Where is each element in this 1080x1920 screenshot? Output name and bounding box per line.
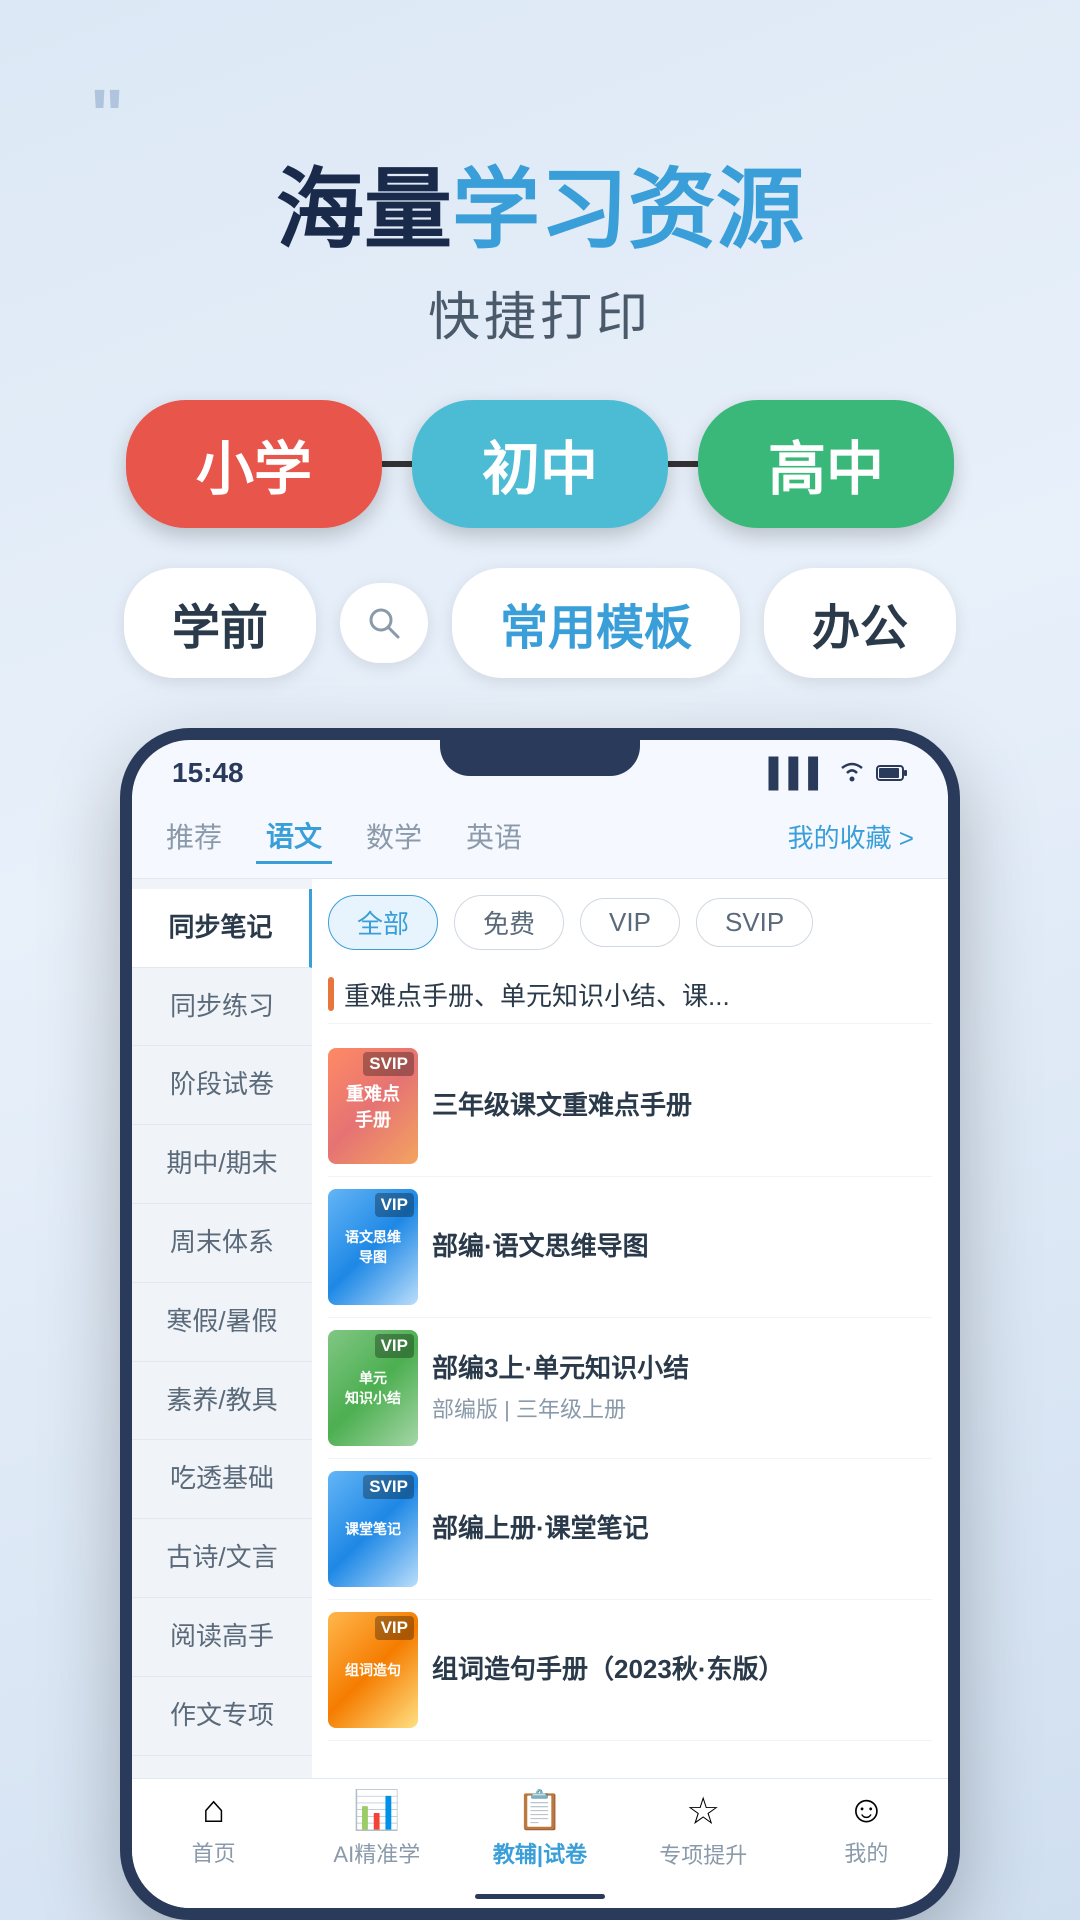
- badge-3: VIP: [375, 1334, 414, 1358]
- card-info-2: 部编·语文思维导图: [432, 1230, 932, 1264]
- pill-middle[interactable]: 初中: [412, 400, 668, 528]
- home-indicator: [132, 1884, 948, 1908]
- card-info-4: 部编上册·课堂笔记: [432, 1512, 932, 1546]
- card-thumb-5: 组词造句 VIP: [328, 1612, 418, 1728]
- card-title-3: 部编3上·单元知识小结: [432, 1352, 932, 1386]
- wifi-icon: [838, 757, 866, 789]
- bottom-nav: ⌂ 首页 📊 AI精准学 📋 教辅|试卷 ☆ 专项提升 ☺ 我的: [132, 1778, 948, 1884]
- cat-pill-office[interactable]: 办公: [764, 568, 956, 678]
- card-thumb-1: 重难点手册 SVIP: [328, 1048, 418, 1164]
- tab-chinese[interactable]: 语文: [256, 809, 332, 864]
- status-time: 15:48: [172, 757, 244, 789]
- card-info-3: 部编3上·单元知识小结 部编版 | 三年级上册: [432, 1352, 932, 1424]
- sidebar: 同步笔记 同步练习 阶段试卷 期中/期末 周末体系 寒假/暑假 素养/教具 吃透…: [132, 879, 312, 1778]
- top-section: " 海量学习资源 快捷打印 小学 初中 高中 学前 常用模板 办公: [0, 0, 1080, 708]
- nav-ai[interactable]: 📊 AI精准学: [295, 1789, 458, 1870]
- pill-elementary[interactable]: 小学: [126, 400, 382, 528]
- sidebar-writing[interactable]: 作文专项: [132, 1677, 312, 1756]
- card-title-5: 组词造句手册（2023秋·东版）: [432, 1653, 932, 1687]
- nav-mine-label: 我的: [844, 1836, 888, 1868]
- tabs-row: 推荐 语文 数学 英语 我的收藏 >: [132, 795, 948, 879]
- card-info-1: 三年级课文重难点手册: [432, 1089, 932, 1123]
- card-title-4: 部编上册·课堂笔记: [432, 1512, 932, 1546]
- content-header: 重难点手册、单元知识小结、课...: [328, 966, 932, 1024]
- quote-icon: ": [90, 80, 124, 152]
- category-row: 学前 常用模板 办公: [60, 568, 1020, 678]
- badge-2: VIP: [375, 1193, 414, 1217]
- search-icon-pill[interactable]: [340, 583, 428, 663]
- sub-headline: 快捷打印: [428, 275, 652, 350]
- signal-icon: ▌▌▌: [768, 757, 828, 789]
- badge-5: VIP: [375, 1616, 414, 1640]
- nav-home-label: 首页: [192, 1836, 236, 1868]
- tab-english[interactable]: 英语: [456, 810, 532, 862]
- nav-ai-icon: 📊: [353, 1789, 400, 1833]
- card-thumb-3: 单元知识小结 VIP: [328, 1330, 418, 1446]
- headline-part1: 海量: [276, 160, 452, 259]
- phone-inner: 推荐 语文 数学 英语 我的收藏 > 同步笔记 同步练习 阶段试卷 期中/期末 …: [132, 795, 948, 1908]
- nav-home[interactable]: ⌂ 首页: [132, 1789, 295, 1870]
- sidebar-mid-final[interactable]: 期中/期末: [132, 1125, 312, 1204]
- card-title-2: 部编·语文思维导图: [432, 1230, 932, 1264]
- home-bar: [475, 1894, 605, 1899]
- filter-vip[interactable]: VIP: [580, 898, 680, 947]
- nav-special-icon: ☆: [686, 1789, 720, 1834]
- pill-high[interactable]: 高中: [698, 400, 954, 528]
- nav-textbook-label: 教辅|试卷: [493, 1837, 587, 1869]
- sidebar-sync-notes[interactable]: 同步笔记: [132, 889, 312, 968]
- resource-card-1[interactable]: 重难点手册 SVIP 三年级课文重难点手册: [328, 1036, 932, 1177]
- card-title-1: 三年级课文重难点手册: [432, 1089, 932, 1123]
- content-header-text: 重难点手册、单元知识小结、课...: [344, 976, 730, 1013]
- tab-my-collect[interactable]: 我的收藏 >: [778, 812, 924, 861]
- level-pills: 小学 初中 高中: [60, 400, 1020, 528]
- tab-math[interactable]: 数学: [356, 810, 432, 862]
- sidebar-sync-practice[interactable]: 同步练习: [132, 968, 312, 1047]
- sidebar-holiday[interactable]: 寒假/暑假: [132, 1283, 312, 1362]
- card-thumb-2: 语文思维导图 VIP: [328, 1189, 418, 1305]
- card-sub-3: 部编版 | 三年级上册: [432, 1392, 932, 1424]
- card-thumb-4: 课堂笔记 SVIP: [328, 1471, 418, 1587]
- badge-4: SVIP: [363, 1475, 414, 1499]
- content-area: 同步笔记 同步练习 阶段试卷 期中/期末 周末体系 寒假/暑假 素养/教具 吃透…: [132, 879, 948, 1778]
- nav-ai-label: AI精准学: [333, 1837, 420, 1869]
- nav-special[interactable]: ☆ 专项提升: [622, 1789, 785, 1870]
- filter-free[interactable]: 免费: [454, 895, 564, 950]
- battery-icon: [876, 757, 908, 789]
- badge-1: SVIP: [363, 1052, 414, 1076]
- orange-bar: [328, 977, 334, 1011]
- sidebar-quality[interactable]: 素养/教具: [132, 1362, 312, 1441]
- nav-mine-icon: ☺: [847, 1789, 886, 1832]
- tab-recommend[interactable]: 推荐: [156, 810, 232, 862]
- sidebar-weekend[interactable]: 周末体系: [132, 1204, 312, 1283]
- filter-row: 全部 免费 VIP SVIP: [328, 895, 932, 950]
- status-icons: ▌▌▌: [768, 757, 908, 789]
- cat-pill-templates[interactable]: 常用模板: [452, 568, 740, 678]
- card-info-5: 组词造句手册（2023秋·东版）: [432, 1653, 932, 1687]
- filter-svip[interactable]: SVIP: [696, 898, 813, 947]
- phone-notch: [440, 740, 640, 776]
- sidebar-basics[interactable]: 吃透基础: [132, 1440, 312, 1519]
- phone-frame: 15:48 ▌▌▌ 推荐 语文 数学 英语 我的收藏 > 同步笔记 同步练习: [120, 728, 960, 1920]
- resource-card-5[interactable]: 组词造句 VIP 组词造句手册（2023秋·东版）: [328, 1600, 932, 1741]
- sidebar-ancient[interactable]: 古诗/文言: [132, 1519, 312, 1598]
- nav-home-icon: ⌂: [202, 1789, 225, 1832]
- main-content: 全部 免费 VIP SVIP 重难点手册、单元知识小结、课... 重难点手册 S…: [312, 879, 948, 1778]
- search-icon: [364, 603, 404, 643]
- sidebar-phase-exam[interactable]: 阶段试卷: [132, 1046, 312, 1125]
- headline: 海量学习资源: [276, 162, 804, 259]
- nav-mine[interactable]: ☺ 我的: [785, 1789, 948, 1870]
- headline-part2: 学习资源: [452, 160, 804, 259]
- resource-card-4[interactable]: 课堂笔记 SVIP 部编上册·课堂笔记: [328, 1459, 932, 1600]
- resource-card-2[interactable]: 语文思维导图 VIP 部编·语文思维导图: [328, 1177, 932, 1318]
- nav-textbook[interactable]: 📋 教辅|试卷: [458, 1789, 621, 1870]
- cat-pill-preschool[interactable]: 学前: [124, 568, 316, 678]
- sidebar-reading[interactable]: 阅读高手: [132, 1598, 312, 1677]
- resource-card-3[interactable]: 单元知识小结 VIP 部编3上·单元知识小结 部编版 | 三年级上册: [328, 1318, 932, 1459]
- nav-special-label: 专项提升: [659, 1838, 747, 1870]
- filter-all[interactable]: 全部: [328, 895, 438, 950]
- nav-textbook-icon: 📋: [516, 1789, 563, 1833]
